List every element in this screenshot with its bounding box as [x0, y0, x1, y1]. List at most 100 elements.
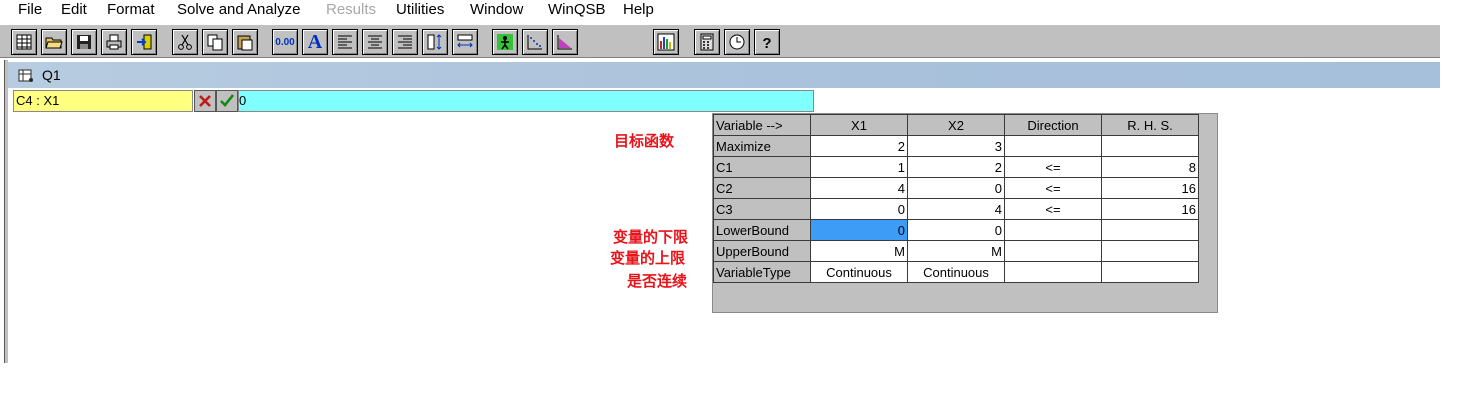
- print-icon: [106, 34, 122, 50]
- table-cell[interactable]: 0: [907, 219, 1005, 241]
- row-height-icon: [427, 34, 442, 50]
- exit-icon: [137, 34, 152, 50]
- cut-button[interactable]: [172, 29, 198, 55]
- table-cell[interactable]: [1101, 219, 1199, 241]
- table-cell[interactable]: Continuous: [907, 261, 1005, 283]
- help-button[interactable]: ?: [754, 29, 780, 55]
- chart-button[interactable]: [653, 29, 679, 55]
- table-cell[interactable]: 4: [907, 198, 1005, 220]
- graphic-method-button[interactable]: [522, 29, 548, 55]
- svg-text:?: ?: [762, 35, 771, 51]
- selected-cell[interactable]: 0: [810, 219, 908, 241]
- print-button[interactable]: [101, 29, 127, 55]
- table-cell[interactable]: Continuous: [810, 261, 908, 283]
- number-format-button[interactable]: 0.00: [272, 29, 298, 55]
- solve-icon: [497, 34, 513, 50]
- graphic-method-icon: [527, 35, 542, 50]
- table-row: C1 1 2 <= 8: [713, 156, 1199, 178]
- table-cell[interactable]: 1: [810, 156, 908, 178]
- header-direction[interactable]: Direction: [1004, 114, 1102, 136]
- table-cell[interactable]: M: [810, 240, 908, 262]
- calculator-icon: [700, 33, 714, 51]
- table-cell[interactable]: 4: [810, 177, 908, 199]
- open-button[interactable]: [41, 29, 67, 55]
- row-height-button[interactable]: [422, 29, 448, 55]
- model-spreadsheet: Variable --> X1 X2 Direction R. H. S. Ma…: [712, 113, 1218, 313]
- calculator-button[interactable]: [694, 29, 720, 55]
- table-cell[interactable]: 16: [1101, 198, 1199, 220]
- menu-bar: File Edit Format Solve and Analyze Resul…: [0, 0, 1440, 22]
- table-cell[interactable]: M: [907, 240, 1005, 262]
- cell-value-input[interactable]: 0: [238, 90, 814, 112]
- table-cell[interactable]: [1004, 135, 1102, 157]
- save-button[interactable]: [71, 29, 97, 55]
- table-cell[interactable]: 2: [907, 156, 1005, 178]
- table-cell[interactable]: 0: [907, 177, 1005, 199]
- menu-solve-and-analyze[interactable]: Solve and Analyze: [177, 1, 300, 19]
- align-center-icon: [368, 35, 382, 49]
- paste-button[interactable]: [232, 29, 258, 55]
- cut-icon: [178, 34, 192, 50]
- menu-results: Results: [326, 1, 377, 18]
- help-icon: ?: [762, 35, 771, 51]
- table-cell[interactable]: [1101, 261, 1199, 283]
- table-cell[interactable]: [1004, 219, 1102, 241]
- annotation-objective: 目标函数: [614, 132, 675, 150]
- menu-edit[interactable]: Edit: [61, 1, 87, 19]
- align-left-button[interactable]: [332, 29, 358, 55]
- annotation-lower-bound: 变量的下限: [613, 228, 689, 246]
- align-left-icon: [338, 35, 352, 49]
- copy-button[interactable]: [202, 29, 228, 55]
- spreadsheet-window-icon: [18, 69, 33, 82]
- menu-help[interactable]: Help: [623, 1, 654, 19]
- window-title-bar[interactable]: Q1: [8, 62, 1440, 88]
- table-cell[interactable]: <=: [1004, 177, 1102, 199]
- feasible-region-button[interactable]: [552, 29, 578, 55]
- window-title: Q1: [42, 67, 61, 83]
- font-button[interactable]: A: [302, 29, 328, 55]
- model-grid: Variable --> X1 X2 Direction R. H. S. Ma…: [713, 114, 1199, 283]
- table-cell[interactable]: 3: [907, 135, 1005, 157]
- column-width-button[interactable]: [452, 29, 478, 55]
- align-right-icon: [398, 35, 412, 49]
- header-x2[interactable]: X2: [907, 114, 1005, 136]
- table-cell[interactable]: [1004, 240, 1102, 262]
- table-cell[interactable]: 8: [1101, 156, 1199, 178]
- row-label[interactable]: LowerBound: [713, 219, 811, 241]
- table-cell[interactable]: [1101, 135, 1199, 157]
- menu-format[interactable]: Format: [107, 1, 155, 19]
- align-right-button[interactable]: [392, 29, 418, 55]
- row-label[interactable]: C1: [713, 156, 811, 178]
- table-cell[interactable]: <=: [1004, 198, 1102, 220]
- table-cell[interactable]: 0: [810, 198, 908, 220]
- row-label[interactable]: Maximize: [713, 135, 811, 157]
- new-grid-button[interactable]: [11, 29, 37, 55]
- menu-utilities[interactable]: Utilities: [396, 1, 444, 19]
- table-row: LowerBound 0 0: [713, 219, 1199, 241]
- solve-button[interactable]: [492, 29, 518, 55]
- menu-file[interactable]: File: [18, 1, 42, 19]
- toolbar: 0.00 A ?: [0, 24, 1440, 58]
- table-cell[interactable]: 16: [1101, 177, 1199, 199]
- feasible-region-icon: [557, 35, 572, 50]
- header-rhs[interactable]: R. H. S.: [1101, 114, 1199, 136]
- menu-window[interactable]: Window: [470, 1, 523, 19]
- cancel-x-icon: [199, 95, 211, 107]
- row-label[interactable]: UpperBound: [713, 240, 811, 262]
- table-cell[interactable]: [1004, 261, 1102, 283]
- table-cell[interactable]: [1101, 240, 1199, 262]
- row-label[interactable]: C2: [713, 177, 811, 199]
- row-label[interactable]: C3: [713, 198, 811, 220]
- table-cell[interactable]: <=: [1004, 156, 1102, 178]
- new-grid-icon: [16, 34, 32, 50]
- cancel-edit-button[interactable]: [194, 90, 216, 112]
- header-x1[interactable]: X1: [810, 114, 908, 136]
- table-cell[interactable]: 2: [810, 135, 908, 157]
- number-format-icon: 0.00: [275, 36, 295, 48]
- row-label[interactable]: VariableType: [713, 261, 811, 283]
- exit-button[interactable]: [131, 29, 157, 55]
- accept-edit-button[interactable]: [216, 90, 238, 112]
- clock-button[interactable]: [724, 29, 750, 55]
- align-center-button[interactable]: [362, 29, 388, 55]
- menu-winqsb[interactable]: WinQSB: [548, 1, 606, 19]
